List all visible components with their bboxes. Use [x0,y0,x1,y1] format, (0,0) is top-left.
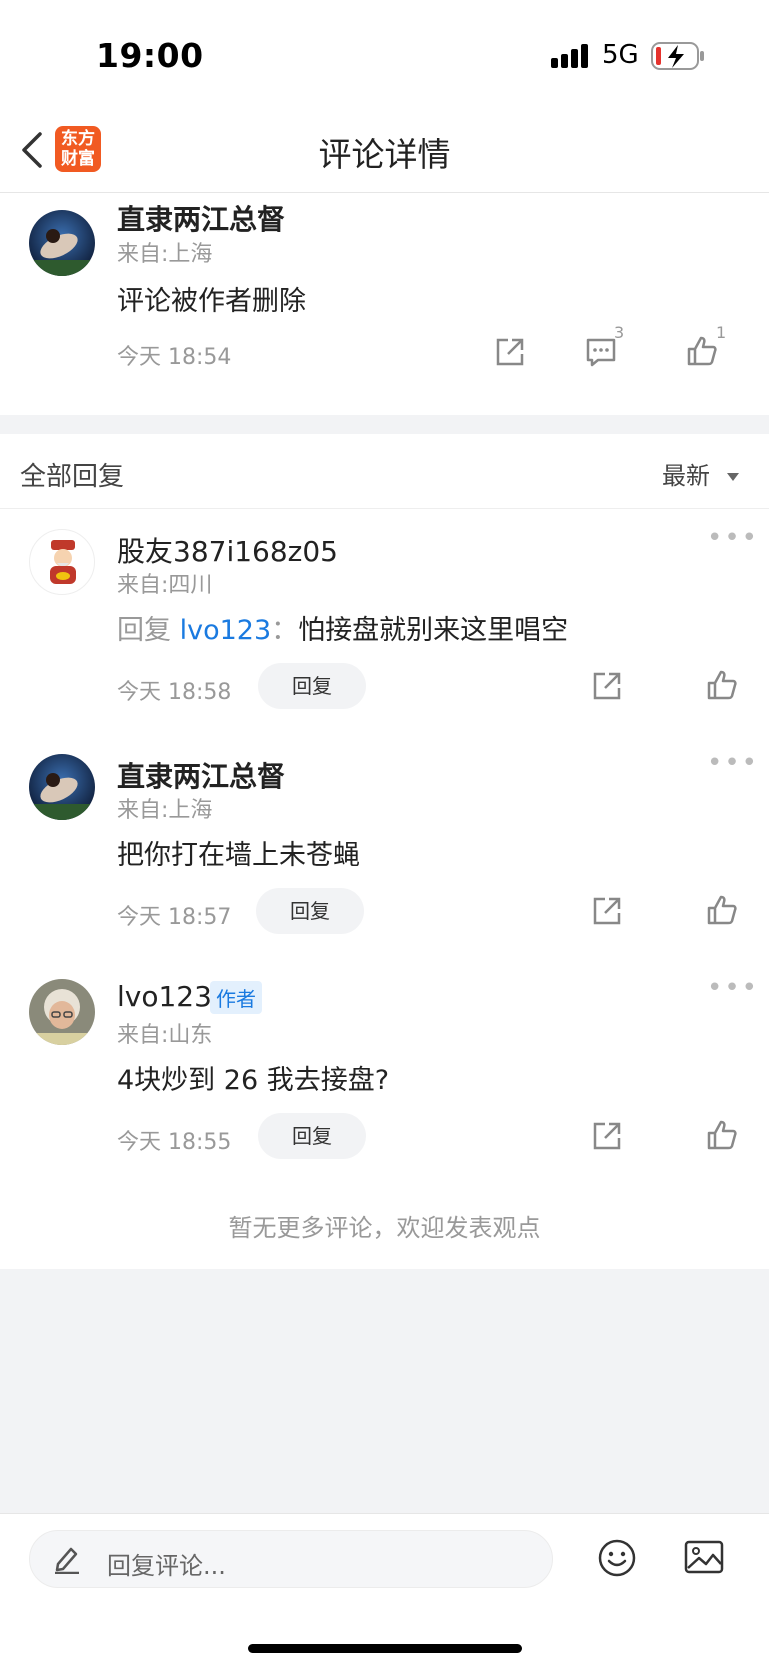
like-icon[interactable] [706,669,738,701]
no-more-comments: 暂无更多评论，欢迎发表观点 [228,1214,541,1242]
pencil-icon [55,1547,79,1574]
status-time: 19:00 [96,36,204,75]
main-comment: 直隶两江总督 来自:上海 评论被作者删除 今天 18:54 3 1 [0,193,769,415]
comment-time: 今天 18:54 [117,345,232,370]
author-location: 来自:上海 [117,242,213,267]
author-location: 来自:四川 [117,573,213,598]
share-icon[interactable] [591,1120,623,1152]
more-icon[interactable]: ••• [707,748,759,778]
avatar[interactable] [29,210,95,276]
reply-text: 把你打在墙上未苍蝇 [117,840,360,871]
nav-bar: 东方财富 评论详情 [0,110,769,193]
reply-text: 4块炒到 26 我去接盘? [117,1065,390,1096]
replies-section: 全部回复 最新 股友387i168z05 来自:四川 回复 lvo123：怕接盘… [0,434,769,1269]
more-icon[interactable]: ••• [707,973,759,1003]
comment-icon[interactable] [584,336,618,368]
reply-button[interactable]: 回复 [258,1113,366,1159]
all-replies-label: 全部回复 [20,462,125,492]
reply-text: 回复 lvo123：怕接盘就别来这里唱空 [117,608,568,647]
author-location: 来自:山东 [117,1023,213,1048]
like-count: 1 [716,323,727,342]
reply-body: 怕接盘就别来这里唱空 [298,615,569,646]
bottom-bar: 回复评论... [0,1513,769,1666]
like-icon[interactable] [686,335,718,367]
reply-time: 今天 18:57 [117,905,232,930]
sort-label: 最新 [662,462,710,490]
reply-separator: ： [271,615,299,646]
signal-icon [551,44,588,68]
like-icon[interactable] [706,1119,738,1151]
reply-time: 今天 18:58 [117,680,232,705]
author-name[interactable]: 股友387i168z05 [117,530,338,570]
caret-down-icon [726,473,739,481]
share-icon[interactable] [591,670,623,702]
reply-count: 3 [614,323,625,342]
sort-dropdown[interactable]: 最新 [662,456,740,491]
reply-time: 今天 18:55 [117,1130,232,1155]
replies-header: 全部回复 最新 [0,434,769,509]
reply-item: 股友387i168z05 来自:四川 回复 lvo123：怕接盘就别来这里唱空 … [0,509,769,734]
reply-item: 直隶两江总督 来自:上海 把你打在墙上未苍蝇 今天 18:57 回复 ••• [0,734,769,959]
share-icon[interactable] [591,895,623,927]
avatar[interactable] [29,979,95,1045]
network-type: 5G [602,40,639,70]
avatar[interactable] [29,529,95,595]
author-name[interactable]: lvo123 [117,980,212,1013]
page-title: 评论详情 [318,135,451,174]
status-bar: 19:00 5G [0,0,769,110]
home-indicator [248,1644,522,1653]
emoji-icon[interactable] [598,1539,636,1577]
image-icon[interactable] [684,1540,724,1574]
battery-icon [651,42,704,70]
author-badge: 作者 [210,981,262,1014]
author-name[interactable]: 直隶两江总督 [117,755,285,795]
more-icon[interactable]: ••• [707,523,759,553]
reply-prefix: 回复 [117,615,171,646]
reply-button[interactable]: 回复 [256,888,364,934]
reply-input-placeholder[interactable]: 回复评论... [107,1546,226,1581]
mention-link[interactable]: lvo123 [180,615,272,646]
reply-item: lvo123 作者 来自:山东 4块炒到 26 我去接盘? 今天 18:55 回… [0,959,769,1184]
author-location: 来自:上海 [117,798,213,823]
like-icon[interactable] [706,894,738,926]
comment-text: 评论被作者删除 [117,286,306,317]
share-icon[interactable] [494,336,526,368]
avatar[interactable] [29,754,95,820]
author-name[interactable]: 直隶两江总督 [117,198,285,238]
reply-button[interactable]: 回复 [258,663,366,709]
